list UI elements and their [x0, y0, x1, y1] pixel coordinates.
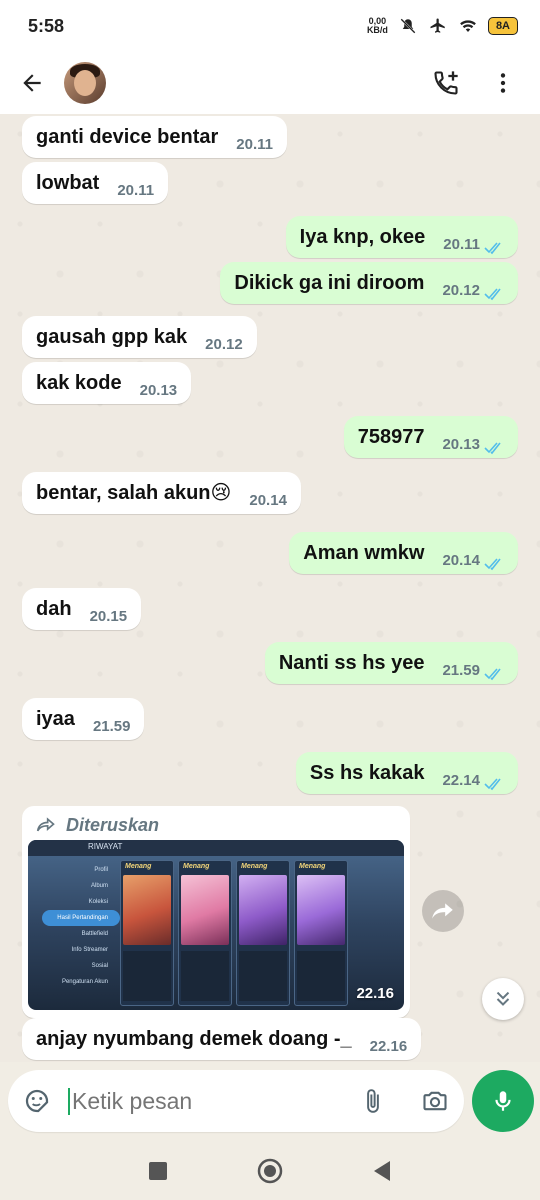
game-screenshot-image[interactable]: RIWAYAT Profil Album Koleksi Hasil Perta… [28, 840, 404, 1010]
add-call-icon[interactable] [432, 69, 460, 97]
battery-indicator: 8A [487, 17, 518, 35]
message-bubble[interactable]: bentar, salah akun😢 20.14 [22, 472, 301, 514]
message-time: 22.16 [356, 985, 394, 1002]
message-bubble[interactable]: Nanti ss hs yee 21.59 [264, 642, 518, 684]
match-card: Menang [120, 860, 174, 1006]
home-icon[interactable] [256, 1157, 284, 1185]
chat-area[interactable]: ganti device bentar 20.11 lowbat 20.11 Iya… [0, 114, 540, 1062]
game-menu: Profil Album Koleksi Hasil Pertandingan … [42, 862, 120, 990]
avatar[interactable] [64, 62, 106, 104]
message-bubble[interactable]: gausah gpp kak 20.12 [22, 316, 257, 358]
forwarded-label: Diteruskan [28, 812, 404, 838]
message-bubble[interactable]: kak kode 20.13 [22, 362, 192, 404]
message-bubble[interactable]: Iya knp, okee 20.11 [285, 216, 518, 258]
header-actions [432, 69, 540, 97]
chat-header [0, 52, 540, 114]
composer [8, 1070, 464, 1132]
airplane-icon [430, 18, 445, 33]
forward-arrow-icon [432, 903, 453, 919]
read-ticks-icon [484, 242, 501, 255]
double-chevron-down-icon [496, 991, 510, 1006]
sticker-icon[interactable] [22, 1086, 52, 1116]
message-bubble[interactable]: Dikick ga ini diroom 20.12 [220, 262, 518, 304]
paperclip-icon[interactable] [360, 1086, 386, 1116]
message-bubble[interactable]: ganti device bentar 20.11 [22, 116, 287, 158]
read-ticks-icon [484, 668, 501, 681]
mute-icon [400, 18, 416, 34]
scroll-to-bottom-button[interactable] [482, 978, 524, 1020]
net-speed: 0,00 KB/d [366, 16, 388, 35]
forwarded-icon [36, 817, 55, 832]
wifi-icon [460, 20, 476, 32]
read-ticks-icon [484, 778, 501, 791]
system-nav-bar [0, 1142, 540, 1200]
composer-bar [0, 1062, 540, 1142]
read-ticks-icon [484, 558, 501, 571]
match-card: Menang [294, 860, 348, 1006]
arrow-left-icon [23, 74, 41, 92]
match-card: Menang [178, 860, 232, 1006]
match-card: Menang [236, 860, 290, 1006]
message-bubble[interactable]: Aman wmkw 20.14 [289, 532, 518, 574]
back-button[interactable] [0, 52, 64, 114]
read-ticks-icon [484, 442, 501, 455]
forward-button[interactable] [422, 890, 464, 932]
back-nav-icon[interactable] [372, 1160, 392, 1182]
message-bubble[interactable]: iyaa 21.59 [22, 698, 145, 740]
message-bubble[interactable]: 758977 20.13 [343, 416, 518, 458]
message-bubble[interactable]: dah 20.15 [22, 588, 142, 630]
message-bubble[interactable]: lowbat 20.11 [22, 162, 169, 204]
camera-icon[interactable] [420, 1087, 450, 1115]
voice-message-button[interactable] [472, 1070, 534, 1132]
message-input[interactable] [68, 1087, 338, 1115]
status-time: 5:58 [28, 15, 65, 36]
message-bubble[interactable]: anjay nyumbang demek doang -_ 22.16 [22, 1018, 422, 1060]
game-header: RIWAYAT [28, 840, 404, 856]
recents-icon[interactable] [148, 1161, 168, 1181]
forwarded-image-message[interactable]: Diteruskan RIWAYAT Profil Album Koleksi … [22, 806, 410, 1018]
read-ticks-icon [484, 288, 501, 301]
status-bar: 5:58 0,00 KB/d 8A [0, 0, 540, 52]
status-icons: 0,00 KB/d 8A [367, 17, 518, 35]
microphone-icon [495, 1091, 511, 1111]
more-options-icon[interactable] [490, 70, 516, 96]
message-bubble[interactable]: Ss hs kakak 22.14 [295, 752, 518, 794]
